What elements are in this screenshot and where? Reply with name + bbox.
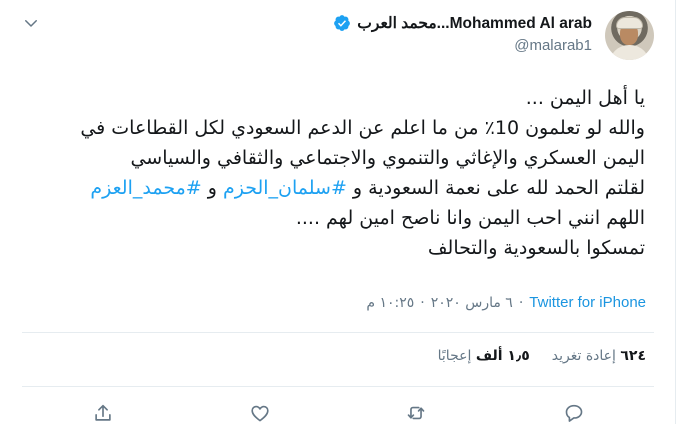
tweet-text: يا أهل اليمن ... والله لو تعلمون 10٪ من م… — [35, 83, 645, 263]
tweet-actions — [0, 396, 676, 424]
likes-stat[interactable]: ١٫٥ ألف إعجابًا — [438, 348, 530, 364]
tweet-meta: ١٠:٢٥ م · ٦ مارس ٢٠٢٠ · Twitter for iPho… — [366, 294, 646, 311]
retweets-label: إعادة تغريد — [551, 348, 616, 364]
tweet-text-line: والله لو تعلمون 10٪ من ما اعلم عن الدعم … — [35, 113, 645, 143]
hashtag-link[interactable]: #محمد_العزم — [90, 177, 201, 199]
avatar[interactable] — [605, 11, 654, 60]
name-row: محمد العرب...Mohammed Al arab — [333, 12, 592, 34]
tweet-card: محمد العرب...Mohammed Al arab @malarab1 … — [0, 0, 676, 424]
tweet-text-line: يا أهل اليمن ... — [35, 83, 645, 113]
like-button[interactable] — [247, 400, 273, 424]
display-name[interactable]: محمد العرب...Mohammed Al arab — [357, 14, 592, 33]
tweet-text-segment: تمسكوا بالسعودية والتحالف — [427, 237, 645, 259]
likes-count: ١٫٥ ألف — [475, 348, 530, 364]
divider — [22, 386, 654, 387]
tweet-text-segment: والله لو تعلمون 10٪ من ما اعلم عن الدعم … — [80, 117, 645, 139]
avatar-shoulders — [609, 45, 650, 60]
tweet-time[interactable]: ١٠:٢٥ م — [366, 295, 414, 311]
tweet-text-line: اللهم انني احب اليمن وانا ناصح امين لهم … — [35, 203, 645, 233]
tweet-text-line: تمسكوا بالسعودية والتحالف — [35, 233, 645, 263]
heart-icon — [251, 405, 269, 422]
retweet-button[interactable] — [403, 400, 429, 424]
retweets-count: ٦٢٤ — [620, 348, 646, 364]
tweet-text-segment: لقلتم الحمد لله على نعمة السعودية و — [346, 177, 645, 199]
tweet-text-segment: اليمن العسكري والإغاثي والتنموي والاجتما… — [130, 147, 645, 169]
retweet-icon — [407, 406, 425, 420]
tweet-source-link[interactable]: Twitter for iPhone — [529, 294, 646, 311]
share-icon — [95, 404, 111, 421]
tweet-text-segment: يا أهل اليمن ... — [525, 87, 645, 109]
tweet-text-line: لقلتم الحمد لله على نعمة السعودية و #سلم… — [35, 173, 645, 203]
tweet-header: محمد العرب...Mohammed Al arab @malarab1 — [333, 12, 592, 54]
share-button[interactable] — [90, 400, 116, 424]
user-handle[interactable]: @malarab1 — [333, 37, 592, 54]
tweet-date[interactable]: ٦ مارس ٢٠٢٠ — [431, 295, 513, 311]
tweet-stats: ٦٢٤ إعادة تغريد ١٫٥ ألف إعجابًا — [438, 348, 646, 364]
avatar-headwear — [616, 17, 643, 29]
retweets-stat[interactable]: ٦٢٤ إعادة تغريد — [552, 348, 646, 364]
chevron-down-icon[interactable] — [22, 14, 40, 32]
tweet-text-line: اليمن العسكري والإغاثي والتنموي والاجتما… — [35, 143, 645, 173]
tweet-text-segment: اللهم انني احب اليمن وانا ناصح امين لهم … — [295, 207, 645, 229]
reply-icon — [565, 404, 583, 422]
verified-badge-icon — [333, 14, 351, 32]
likes-label: إعجابًا — [437, 348, 472, 364]
meta-separator: · — [420, 294, 425, 311]
reply-button[interactable] — [561, 400, 587, 424]
hashtag-link[interactable]: #سلمان_الحزم — [223, 177, 347, 199]
meta-separator: · — [518, 294, 524, 311]
divider — [22, 332, 654, 333]
tweet-text-segment: و — [201, 177, 223, 199]
